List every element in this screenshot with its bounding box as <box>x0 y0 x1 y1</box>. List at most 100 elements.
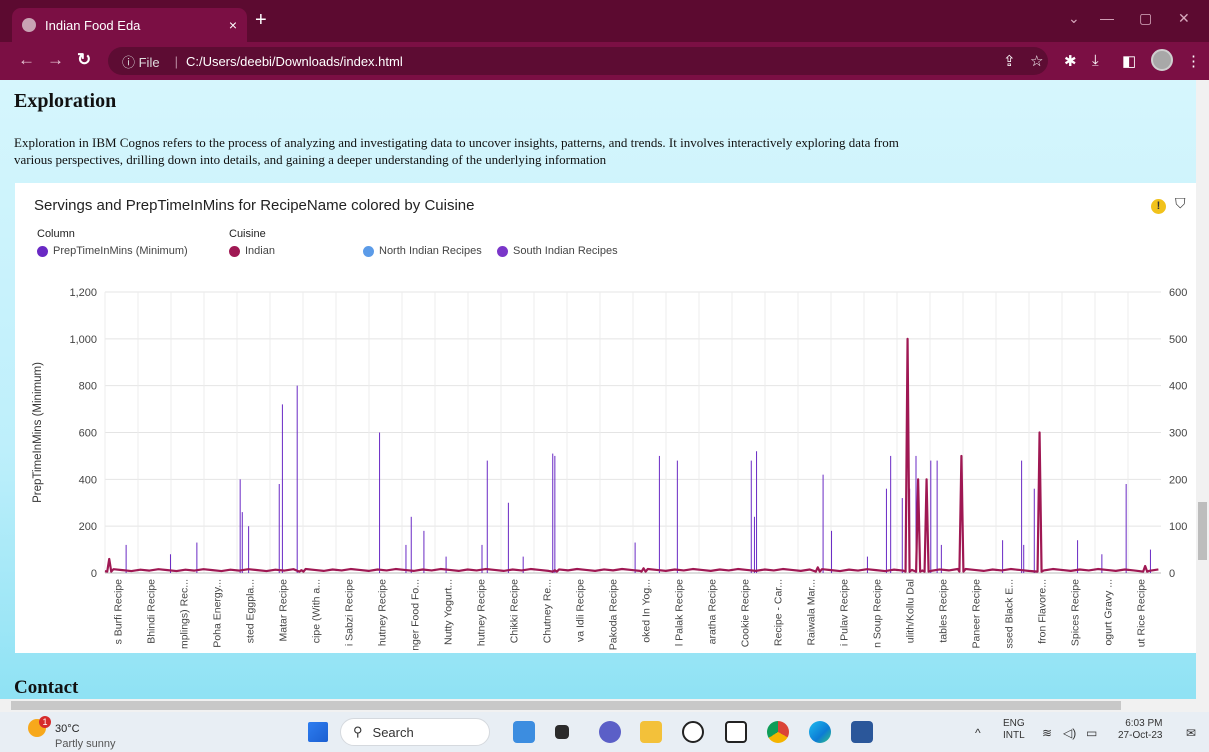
weather-condition[interactable]: Partly sunny <box>55 738 116 750</box>
clock-time: 6:03 PM <box>1125 718 1163 729</box>
forward-button[interactable]: → <box>47 50 64 70</box>
amazon-app-icon[interactable] <box>725 721 747 743</box>
x-tick-label: i Sabzi Recipe <box>344 579 356 646</box>
clock[interactable]: 6:03 PM 27-Oct-23 <box>1118 718 1162 742</box>
legend-label: PrepTimeInMins (Minimum) <box>53 245 188 257</box>
horizontal-scrollbar[interactable] <box>0 699 1209 712</box>
chart-title: Servings and PrepTimeInMins for RecipeNa… <box>34 197 475 214</box>
y-tick-label-right: 600 <box>1169 287 1187 299</box>
x-tick-label: sted Eggpla... <box>245 579 257 643</box>
x-tick-label: ssed Black E... <box>1004 579 1016 648</box>
search-icon: ⚲ <box>353 724 363 739</box>
chart-plot[interactable]: 1,200 1,000 800 600 400 200 0 600 500 400 300 200 10… <box>15 283 1196 653</box>
volume-icon[interactable]: ◁) <box>1063 726 1076 740</box>
legend-item-north-indian[interactable]: North Indian Recipes <box>363 245 482 257</box>
profile-avatar[interactable] <box>1151 49 1173 71</box>
edge-app-icon[interactable] <box>809 721 831 743</box>
x-tick-label: va Idli Recipe <box>575 579 587 642</box>
x-tick-label: Cookie Recipe <box>740 579 752 647</box>
dell-app-icon[interactable] <box>682 721 704 743</box>
legend-column-heading: Column <box>37 228 75 240</box>
x-tick-label: ulith/Kollu Dal <box>905 579 917 643</box>
taskbar-search[interactable]: ⚲ Search <box>340 718 490 746</box>
windows-taskbar: 1 30°C Partly sunny ⚲ Search ^ ENG INTL … <box>0 712 1209 752</box>
tab-search-icon[interactable]: ⌄ <box>1068 10 1080 27</box>
legend-swatch <box>497 245 508 257</box>
widgets-app-icon[interactable] <box>513 721 535 743</box>
x-tick-label: i Pulav Recipe <box>839 579 851 646</box>
address-bar[interactable]: ⓘ File | C:/Users/deebi/Downloads/index.… <box>108 47 1048 75</box>
site-info-label[interactable]: ⓘ File <box>122 52 160 71</box>
start-button[interactable] <box>308 722 328 742</box>
y-tick-label-left: 400 <box>79 474 97 486</box>
word-app-icon[interactable] <box>851 721 873 743</box>
url-text[interactable]: C:/Users/deebi/Downloads/index.html <box>186 54 403 69</box>
y-tick-label-right: 200 <box>1169 474 1187 486</box>
x-tick-label: Spices Recipe <box>1070 579 1082 646</box>
servings-series-line <box>104 337 1159 573</box>
filter-icon[interactable]: ⛉ <box>1175 195 1186 212</box>
file-explorer-icon[interactable] <box>640 721 662 743</box>
warning-icon[interactable]: ! <box>1151 199 1166 214</box>
side-panel-icon[interactable]: ◧ <box>1122 52 1136 70</box>
y-tick-label-left: 1,000 <box>69 334 97 346</box>
section-heading: Exploration <box>14 90 117 112</box>
y-tick-label-right: 0 <box>1169 568 1175 580</box>
y-tick-label-right: 300 <box>1169 428 1187 440</box>
legend-item-indian[interactable]: Indian <box>229 245 275 257</box>
x-tick-label: cipe (With a... <box>311 579 323 643</box>
tab-strip: Indian Food Eda × + ⌄ — ▢ ✕ <box>0 0 1209 42</box>
menu-kebab-icon[interactable]: ⋮ <box>1186 52 1201 70</box>
x-tick-label: Chutney Re... <box>542 579 554 643</box>
language-indicator[interactable]: ENG INTL <box>1003 718 1025 742</box>
x-tick-label: hutney Recipe <box>476 579 488 646</box>
page-content: Exploration Exploration in IBM Cognos re… <box>0 80 1196 699</box>
contact-heading: Contact <box>14 677 79 698</box>
horizontal-scroll-thumb[interactable] <box>11 701 1121 710</box>
browser-tab[interactable]: Indian Food Eda × <box>12 8 247 42</box>
task-view-icon[interactable] <box>555 725 569 739</box>
x-tick-label: Poha Energy... <box>212 579 224 648</box>
chrome-app-icon[interactable] <box>767 721 789 743</box>
y-tick-label-left: 800 <box>79 381 97 393</box>
close-window-button[interactable]: ✕ <box>1178 10 1190 27</box>
share-icon[interactable]: ⇪ <box>1003 52 1016 70</box>
weather-notification-badge: 1 <box>39 716 51 728</box>
x-tick-label: Recipe - Car... <box>773 579 785 646</box>
x-tick-label: Nutty Yogurt... <box>443 579 455 645</box>
y-tick-label-left: 0 <box>91 568 97 580</box>
tray-overflow-icon[interactable]: ^ <box>975 726 981 740</box>
legend-item-south-indian[interactable]: South Indian Recipes <box>497 245 618 257</box>
notification-icon[interactable]: ✉ <box>1186 726 1196 740</box>
language-line1: ENG <box>1003 718 1025 729</box>
tab-close-button[interactable]: × <box>229 17 237 33</box>
weather-temperature[interactable]: 30°C <box>55 723 80 735</box>
clock-date: 27-Oct-23 <box>1118 730 1163 741</box>
new-tab-button[interactable]: + <box>255 9 267 32</box>
legend-label: Indian <box>245 245 275 257</box>
back-button[interactable]: ← <box>18 50 35 70</box>
section-description: Exploration in IBM Cognos refers to the … <box>14 135 899 167</box>
x-tick-label: Matar Recipe <box>278 579 290 642</box>
vertical-scrollbar[interactable] <box>1196 80 1209 699</box>
minimize-button[interactable]: — <box>1100 10 1114 26</box>
wifi-icon[interactable]: ≋ <box>1042 726 1052 740</box>
reload-button[interactable]: ↻ <box>77 50 91 70</box>
x-tick-label: aratha Recipe <box>707 579 719 645</box>
x-tick-label: Raiwala Mar... <box>806 579 818 646</box>
chat-app-icon[interactable] <box>599 721 621 743</box>
legend-cuisine-heading: Cuisine <box>229 228 266 240</box>
download-icon[interactable]: ⤓ <box>1092 52 1099 69</box>
y-tick-label-right: 100 <box>1169 521 1187 533</box>
legend-swatch <box>37 245 48 257</box>
bookmark-star-icon[interactable]: ☆ <box>1030 52 1043 70</box>
y-tick-label-left: 600 <box>79 428 97 440</box>
extensions-icon[interactable]: ✱ <box>1064 52 1077 70</box>
maximize-button[interactable]: ▢ <box>1139 10 1152 27</box>
x-tick-label: s Burfi Recipe <box>113 579 125 645</box>
battery-icon[interactable]: ▭ <box>1086 726 1097 740</box>
legend-label: North Indian Recipes <box>379 245 482 257</box>
legend-item-prep-time[interactable]: PrepTimeInMins (Minimum) <box>37 245 188 257</box>
x-tick-label: fron Flavore... <box>1037 579 1049 644</box>
vertical-scroll-thumb[interactable] <box>1198 502 1207 560</box>
